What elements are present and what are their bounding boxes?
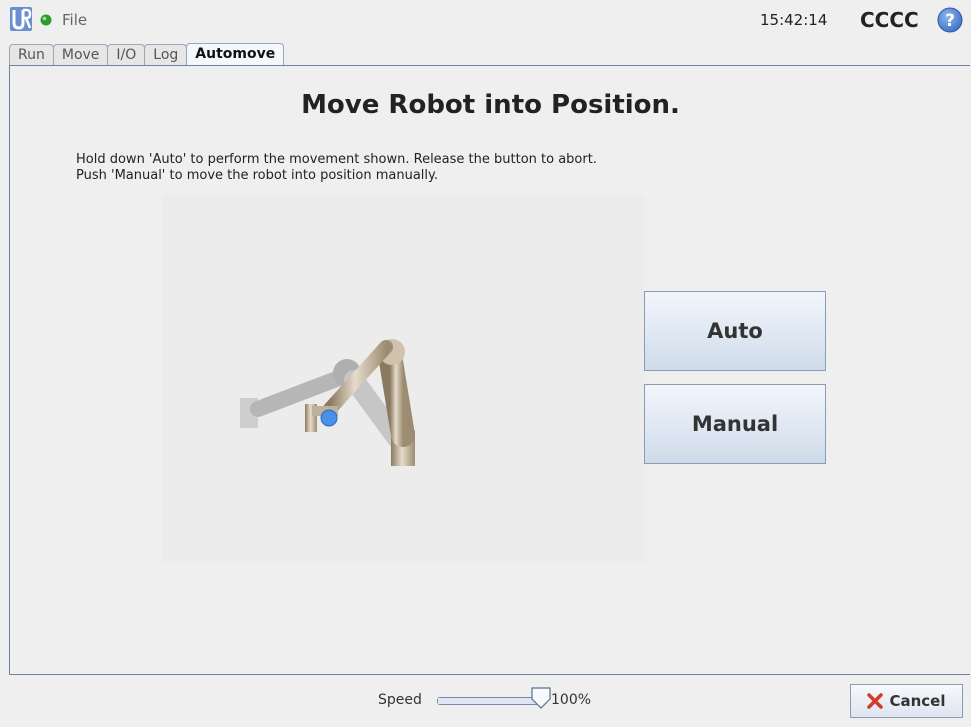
svg-text:?: ? bbox=[945, 11, 955, 31]
speed-label: Speed bbox=[378, 692, 422, 708]
tab-io[interactable]: I/O bbox=[107, 44, 146, 65]
robot-animation bbox=[162, 195, 644, 563]
speed-slider[interactable] bbox=[437, 697, 543, 705]
tab-bar: Run Move I/O Log Automove bbox=[9, 43, 285, 66]
instruction-line-2: Push 'Manual' to move the robot into pos… bbox=[76, 168, 438, 183]
ur-logo bbox=[10, 7, 32, 31]
speed-slider-fill bbox=[438, 698, 542, 704]
instruction-line-1: Hold down 'Auto' to perform the movement… bbox=[76, 152, 597, 167]
auto-button[interactable]: Auto bbox=[644, 291, 826, 371]
cancel-button[interactable]: Cancel bbox=[850, 684, 963, 718]
robot-arm-illustration bbox=[240, 339, 415, 466]
clock: 15:42:14 bbox=[760, 11, 828, 29]
bottom-bar: Speed 100% Cancel bbox=[0, 677, 971, 727]
robot-name: CCCC bbox=[860, 8, 919, 32]
tab-automove[interactable]: Automove bbox=[186, 43, 285, 66]
page-title: Move Robot into Position. bbox=[301, 90, 680, 120]
cancel-label: Cancel bbox=[889, 692, 946, 710]
top-bar: File 15:42:14 CCCC ? bbox=[0, 0, 971, 42]
speed-slider-thumb[interactable] bbox=[531, 687, 551, 709]
red-x-icon bbox=[867, 693, 884, 709]
tab-log[interactable]: Log bbox=[144, 44, 188, 65]
speed-value: 100% bbox=[551, 692, 592, 708]
help-icon[interactable]: ? bbox=[937, 7, 963, 33]
status-green-dot-icon bbox=[40, 14, 52, 26]
tab-run[interactable]: Run bbox=[9, 44, 54, 65]
robot-ghost-pose bbox=[240, 359, 412, 455]
manual-button[interactable]: Manual bbox=[644, 384, 826, 464]
automove-panel: Move Robot into Position. Hold down 'Aut… bbox=[9, 65, 970, 675]
tab-move[interactable]: Move bbox=[52, 44, 109, 65]
file-menu[interactable]: File bbox=[62, 11, 87, 29]
